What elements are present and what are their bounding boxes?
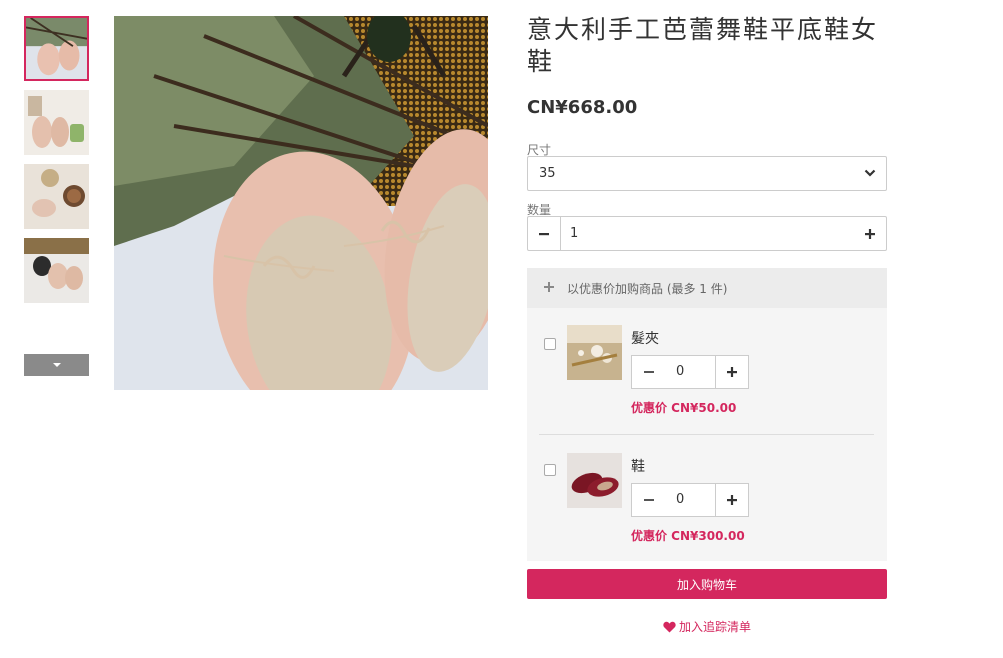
addon-item-shoes: 鞋 0 优惠价 CN¥300.00 — [527, 453, 887, 563]
addon-item-image[interactable] — [567, 453, 622, 508]
minus-icon — [539, 232, 549, 235]
plus-icon — [544, 282, 554, 292]
addon-header-text: 以优惠价加购商品 (最多 1 件) — [567, 282, 728, 296]
addon-item-image[interactable] — [567, 325, 622, 380]
thumbnail-scroll-down-button[interactable] — [24, 354, 89, 376]
thumbnail-3[interactable] — [24, 164, 89, 229]
add-to-cart-button[interactable]: 加入购物车 — [527, 569, 887, 599]
heart-icon — [663, 621, 676, 633]
addon-quantity-stepper: 0 — [631, 355, 749, 389]
thumbnail-2[interactable] — [24, 90, 89, 155]
size-select[interactable]: 35 — [527, 156, 887, 191]
product-price: CN¥668.00 — [527, 97, 638, 118]
red-shoes-photo — [567, 453, 622, 508]
addon-item-checkbox[interactable] — [544, 338, 556, 350]
quantity-stepper: 1 — [527, 216, 887, 251]
chevron-down-icon — [864, 169, 876, 177]
addon-item-name: 鞋 — [631, 459, 645, 475]
addon-deal-price: 优惠价 CN¥50.00 — [631, 401, 737, 415]
plus-icon — [865, 228, 875, 239]
thumbnail-3-image — [24, 164, 89, 229]
plus-icon — [727, 367, 737, 377]
plus-icon — [727, 495, 737, 505]
addon-item-checkbox[interactable] — [544, 464, 556, 476]
thumbnail-4-image — [24, 238, 89, 303]
addon-quantity-value[interactable]: 0 — [676, 492, 684, 507]
thumbnail-2-image — [24, 90, 89, 155]
addon-decrease-button[interactable] — [632, 484, 666, 516]
thumbnail-1[interactable] — [24, 16, 89, 81]
addon-quantity-value[interactable]: 0 — [676, 364, 684, 379]
minus-icon — [644, 499, 654, 501]
ballet-shoes-photo — [114, 16, 488, 390]
wishlist-label: 加入追踪清单 — [678, 620, 751, 634]
product-title: 意大利手工芭蕾舞鞋平底鞋女鞋 — [527, 15, 879, 76]
quantity-increase-button[interactable] — [854, 217, 886, 250]
addon-divider — [539, 434, 874, 435]
quantity-decrease-button[interactable] — [528, 217, 561, 250]
size-select-value: 35 — [539, 166, 556, 181]
thumbnail-4[interactable] — [24, 238, 89, 303]
main-product-image[interactable] — [114, 16, 488, 390]
addon-increase-button[interactable] — [715, 356, 748, 388]
thumbnail-1-image — [26, 18, 87, 79]
minus-icon — [644, 371, 654, 373]
addon-panel-header[interactable]: 以优惠价加购商品 (最多 1 件) — [527, 268, 887, 308]
quantity-input[interactable]: 1 — [570, 226, 578, 241]
add-to-wishlist-link[interactable]: 加入追踪清单 — [527, 618, 887, 635]
hairclip-photo — [567, 325, 622, 380]
addon-deal-price: 优惠价 CN¥300.00 — [631, 529, 745, 543]
addon-item-name: 髮夾 — [631, 331, 659, 347]
addon-decrease-button[interactable] — [632, 356, 666, 388]
addon-increase-button[interactable] — [715, 484, 748, 516]
addon-quantity-stepper: 0 — [631, 483, 749, 517]
addon-panel: 以优惠价加购商品 (最多 1 件) 髮夾 0 优惠价 CN¥50.00 鞋 0 … — [527, 268, 887, 561]
addon-item-hairclip: 髮夾 0 优惠价 CN¥50.00 — [527, 325, 887, 435]
caret-down-icon — [52, 363, 61, 367]
